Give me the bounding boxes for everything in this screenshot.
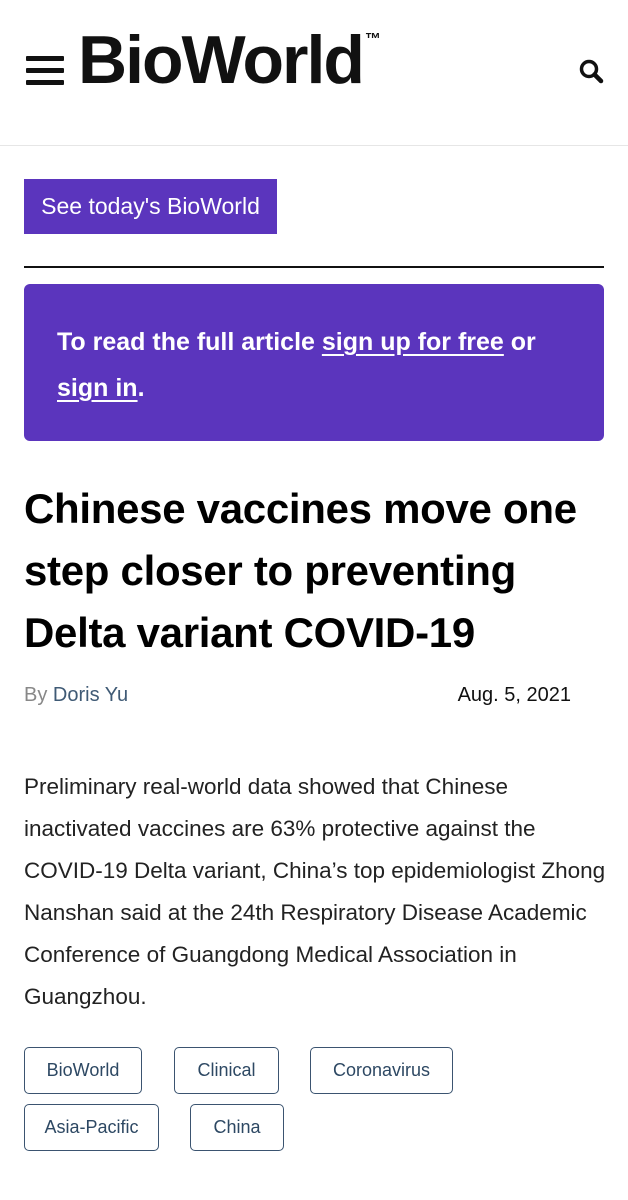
article-headline: Chinese vaccines move one step closer to… bbox=[24, 485, 577, 656]
paywall-prefix: To read the full article bbox=[57, 328, 322, 356]
tag-clinical[interactable]: Clinical bbox=[174, 1047, 279, 1094]
sign-in-link[interactable]: sign in bbox=[57, 374, 138, 402]
tag-asia-pacific[interactable]: Asia-Pacific bbox=[24, 1104, 159, 1151]
menu-bar bbox=[26, 56, 64, 61]
search-icon[interactable] bbox=[578, 58, 606, 86]
paywall-suffix: . bbox=[137, 374, 145, 402]
paywall-middle: or bbox=[503, 328, 536, 356]
byline: By Doris Yu bbox=[24, 684, 128, 707]
tag-coronavirus[interactable]: Coronavirus bbox=[310, 1047, 453, 1094]
tag-bioworld[interactable]: BioWorld bbox=[24, 1047, 142, 1094]
hamburger-menu-icon[interactable] bbox=[26, 56, 64, 86]
menu-bar bbox=[26, 80, 64, 85]
divider bbox=[24, 266, 604, 268]
trademark-mark: ™ bbox=[364, 31, 381, 48]
byline-label: By bbox=[24, 684, 48, 706]
article-body: Preliminary real-world data showed that … bbox=[24, 774, 606, 1009]
site-header: BioWorld ™ bbox=[0, 0, 628, 146]
see-today-button[interactable]: See today's BioWorld bbox=[24, 179, 277, 234]
paywall-banner: To read the full article sign up for fre… bbox=[24, 284, 604, 441]
author-link[interactable]: Doris Yu bbox=[53, 684, 128, 706]
menu-bar bbox=[26, 68, 64, 73]
site-logo[interactable]: BioWorld ™ bbox=[78, 26, 381, 94]
logo-text: BioWorld bbox=[78, 22, 365, 98]
publish-date: Aug. 5, 2021 bbox=[457, 684, 571, 706]
tag-china[interactable]: China bbox=[190, 1104, 284, 1151]
sign-up-link[interactable]: sign up for free bbox=[322, 328, 504, 356]
